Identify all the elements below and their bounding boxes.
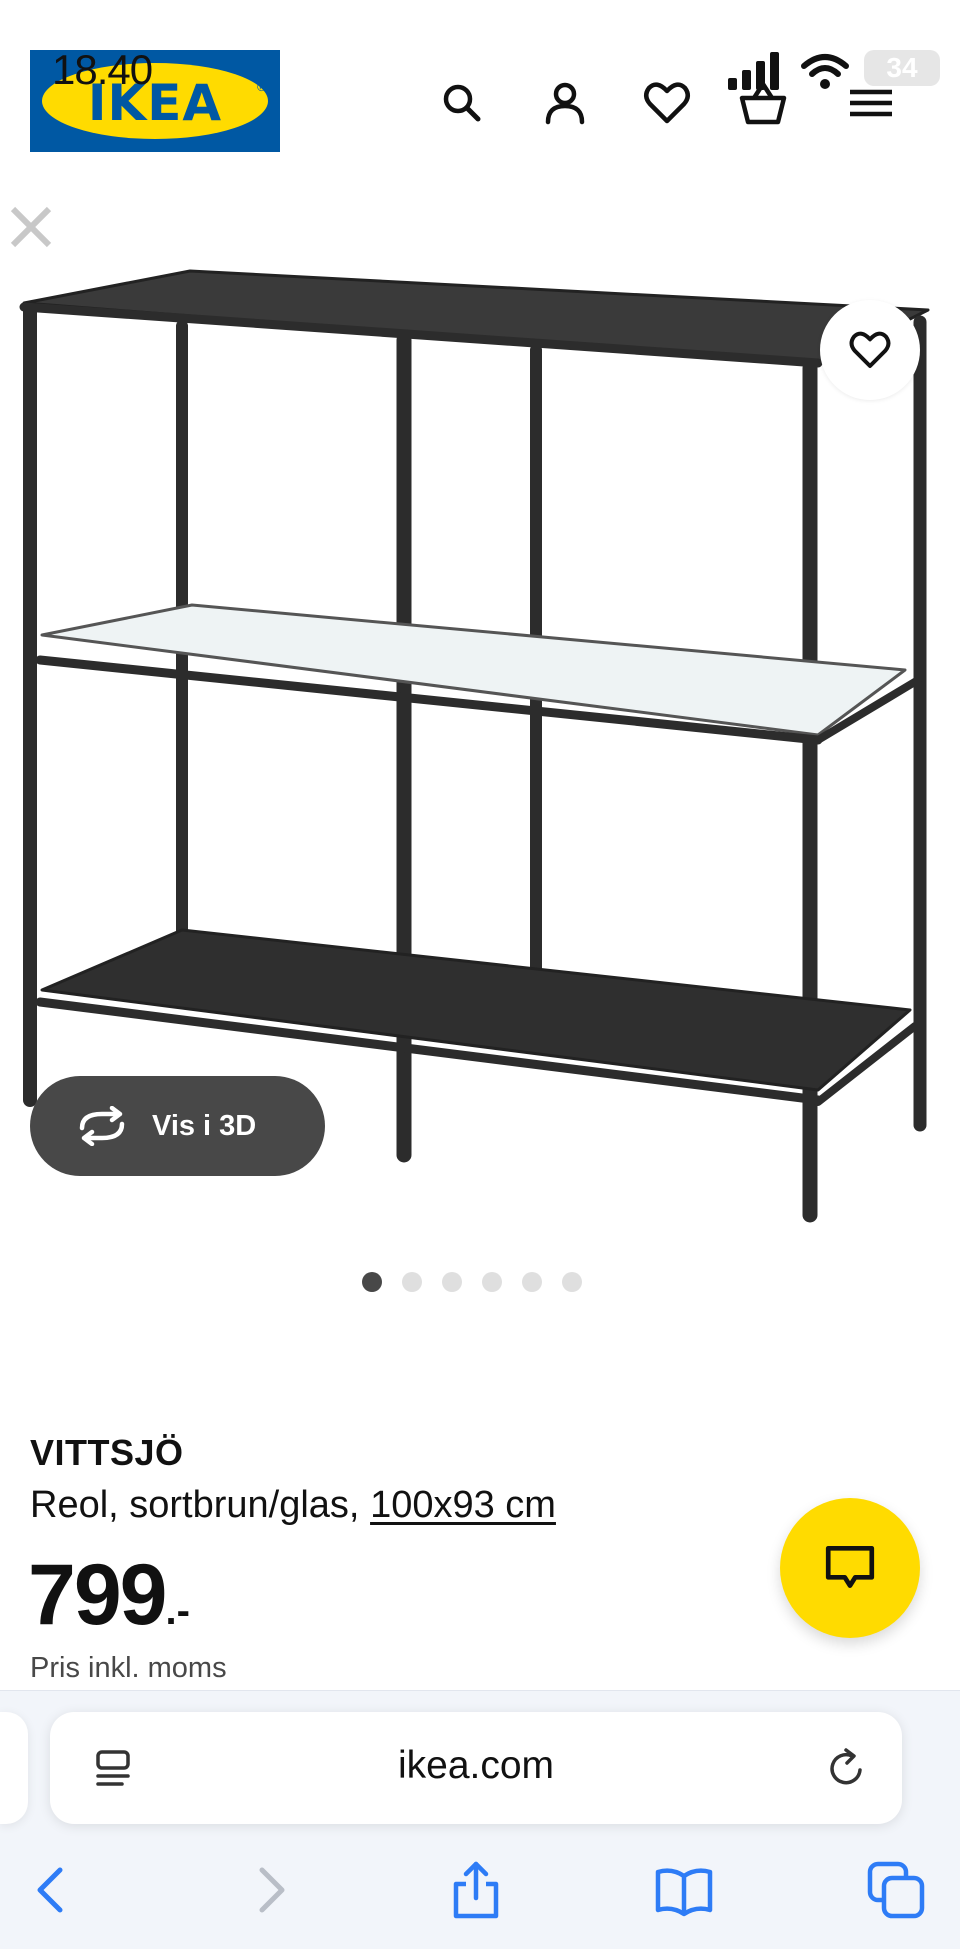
battery-indicator: 34 — [864, 50, 940, 86]
pagination-dot[interactable] — [562, 1272, 582, 1292]
price-suffix: .- — [165, 1589, 190, 1633]
product-type: Reol, sortbrun/glas, — [30, 1484, 360, 1526]
pagination-dot[interactable] — [362, 1272, 382, 1292]
tabs-icon[interactable] — [866, 1860, 926, 1920]
view-3d-button[interactable]: Vis i 3D — [30, 1076, 325, 1176]
product-name: VITTSJÖ — [30, 1432, 184, 1473]
pagination-dot[interactable] — [482, 1272, 502, 1292]
product-description: Reol, sortbrun/glas, 100x93 cm — [30, 1484, 556, 1527]
forward-icon[interactable] — [240, 1860, 300, 1920]
account-icon[interactable] — [538, 76, 592, 130]
back-icon[interactable] — [22, 1860, 82, 1920]
heart-icon[interactable] — [640, 76, 694, 130]
search-icon[interactable] — [436, 76, 490, 130]
price-value: 799 — [28, 1547, 167, 1643]
share-icon[interactable] — [446, 1860, 506, 1920]
price-note: Pris inkl. moms — [30, 1652, 227, 1684]
pagination-dot[interactable] — [402, 1272, 422, 1292]
status-time: 18.40 — [52, 46, 153, 93]
chat-button[interactable] — [780, 1498, 920, 1638]
url-text[interactable]: ikea.com — [50, 1744, 902, 1788]
wifi-icon — [800, 52, 850, 92]
rotate-3d-icon — [79, 1106, 125, 1146]
previous-tab-peek[interactable] — [0, 1712, 28, 1824]
signal-icon — [728, 52, 784, 92]
chat-icon — [825, 1545, 875, 1588]
image-pagination[interactable] — [362, 1272, 582, 1292]
view-3d-label: Vis i 3D — [152, 1109, 257, 1142]
registered-mark: ® — [257, 80, 266, 94]
heart-icon — [849, 331, 891, 368]
pagination-dot[interactable] — [442, 1272, 462, 1292]
product-price: 799.- — [28, 1546, 190, 1645]
pagination-dot[interactable] — [522, 1272, 542, 1292]
bookmarks-icon[interactable] — [654, 1860, 714, 1920]
product-dimensions-link[interactable]: 100x93 cm — [370, 1484, 556, 1526]
close-icon[interactable] — [8, 204, 54, 250]
reload-icon[interactable] — [822, 1744, 870, 1794]
favourite-button[interactable] — [820, 300, 920, 400]
